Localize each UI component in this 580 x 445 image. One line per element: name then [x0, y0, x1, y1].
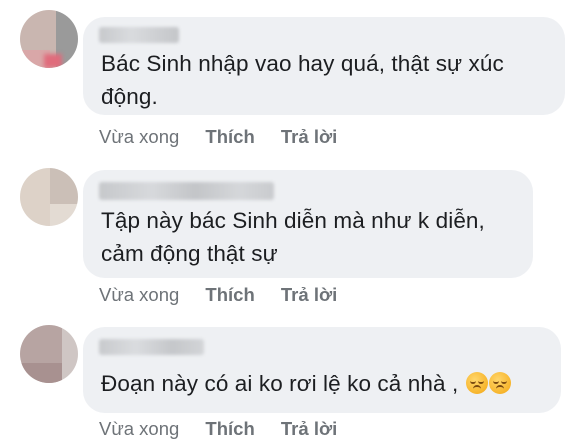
avatar[interactable]	[20, 10, 78, 68]
reply-button[interactable]: Trả lời	[281, 126, 337, 147]
comment-text: Tập này bác Sinh diễn mà như k diễn, cảm…	[101, 208, 485, 266]
avatar[interactable]	[20, 325, 78, 383]
commenter-name-blurred[interactable]	[99, 339, 204, 355]
like-button[interactable]: Thích	[205, 418, 254, 439]
timestamp[interactable]: Vừa xong	[99, 126, 179, 147]
comment-actions: Vừa xong Thích Trả lời	[99, 284, 358, 306]
comment-actions: Vừa xong Thích Trả lời	[99, 418, 358, 440]
reply-button[interactable]: Trả lời	[281, 284, 337, 305]
comment-actions: Vừa xong Thích Trả lời	[99, 126, 358, 148]
comment-text: Bác Sinh nhập vao hay quá, thật sự xúc đ…	[101, 51, 504, 109]
commenter-name-blurred[interactable]	[99, 27, 179, 43]
comment-text-content: Đoạn này có ai ko rơi lệ ko cả nhà ,	[101, 371, 459, 396]
comment-text: Đoạn này có ai ko rơi lệ ko cả nhà ,	[101, 367, 511, 400]
reply-button[interactable]: Trả lời	[281, 418, 337, 439]
comment-bubble: Bác Sinh nhập vao hay quá, thật sự xúc đ…	[83, 17, 565, 115]
avatar[interactable]	[20, 168, 78, 226]
timestamp[interactable]: Vừa xong	[99, 284, 179, 305]
timestamp[interactable]: Vừa xong	[99, 418, 179, 439]
pensive-face-icon	[488, 372, 511, 394]
pensive-face-icon	[465, 372, 488, 394]
like-button[interactable]: Thích	[205, 284, 254, 305]
commenter-name-blurred[interactable]	[99, 182, 274, 200]
comment-bubble: Đoạn này có ai ko rơi lệ ko cả nhà ,	[83, 327, 561, 413]
like-button[interactable]: Thích	[205, 126, 254, 147]
comment-bubble: Tập này bác Sinh diễn mà như k diễn, cảm…	[83, 170, 533, 278]
